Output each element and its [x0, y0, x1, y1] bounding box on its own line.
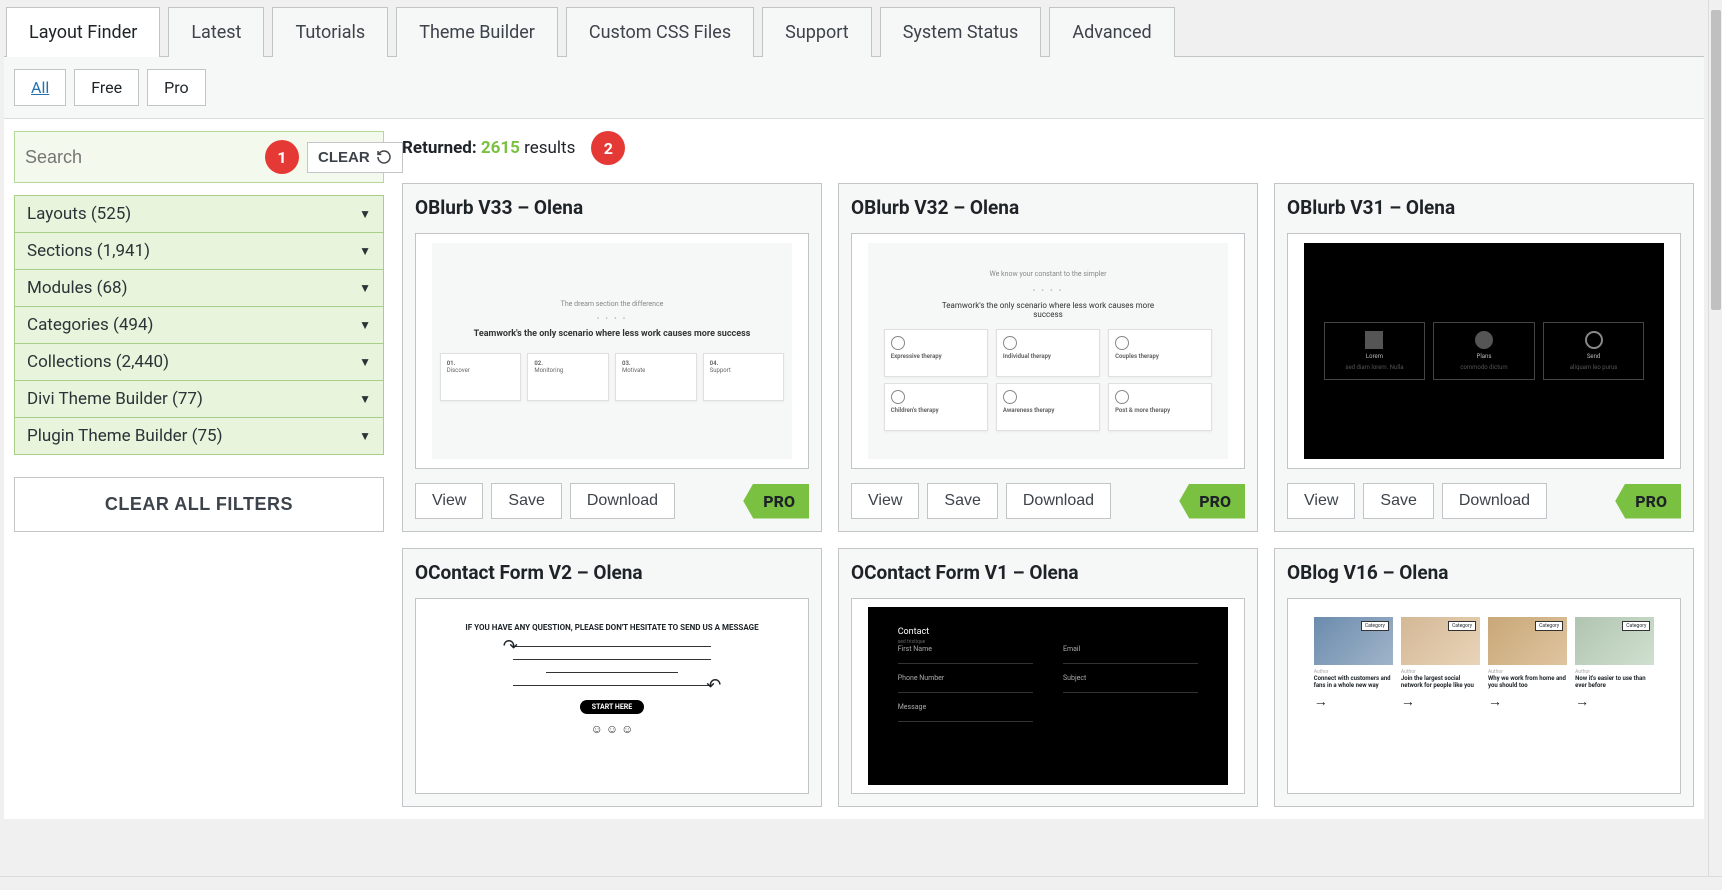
- download-button[interactable]: Download: [1006, 483, 1111, 519]
- view-button[interactable]: View: [415, 483, 483, 519]
- card-title: OContact Form V2 – Olena: [415, 561, 809, 584]
- tab-custom-css-files[interactable]: Custom CSS Files: [566, 7, 754, 57]
- tab-system-status[interactable]: System Status: [880, 7, 1042, 57]
- card-thumbnail[interactable]: Loremsed diam lorem. Nulla Planscommodo …: [1287, 233, 1681, 469]
- clear-search-label: CLEAR: [318, 149, 370, 166]
- layout-card: OBlurb V31 – Olena Loremsed diam lorem. …: [1274, 183, 1694, 532]
- filter-collections[interactable]: Collections (2,440)▼: [14, 343, 384, 381]
- subtab-all[interactable]: All: [14, 69, 66, 106]
- sub-tabs: All Free Pro: [4, 57, 1704, 119]
- card-title: OBlurb V33 – Olena: [415, 196, 809, 219]
- download-button[interactable]: Download: [570, 483, 675, 519]
- save-button[interactable]: Save: [491, 483, 561, 519]
- save-button[interactable]: Save: [1363, 483, 1433, 519]
- subtab-pro[interactable]: Pro: [147, 69, 205, 106]
- filter-modules[interactable]: Modules (68)▼: [14, 269, 384, 307]
- card-title: OBlog V16 – Olena: [1287, 561, 1681, 584]
- tab-layout-finder[interactable]: Layout Finder: [6, 7, 160, 57]
- chevron-down-icon: ▼: [359, 244, 371, 258]
- pro-badge: PRO: [743, 484, 809, 519]
- filter-layouts[interactable]: Layouts (525)▼: [14, 195, 384, 233]
- card-title: OContact Form V1 – Olena: [851, 561, 1245, 584]
- download-button[interactable]: Download: [1442, 483, 1547, 519]
- subtab-free[interactable]: Free: [74, 69, 139, 106]
- filter-accordion: Layouts (525)▼ Sections (1,941)▼ Modules…: [14, 195, 384, 455]
- tab-support[interactable]: Support: [762, 7, 872, 57]
- card-thumbnail[interactable]: IF YOU HAVE ANY QUESTION, PLEASE DON'T H…: [415, 598, 809, 794]
- scrollbar-thumb[interactable]: [1711, 10, 1721, 310]
- results-grid: OBlurb V33 – Olena The dream section the…: [402, 183, 1694, 807]
- results-main: Returned: 2615 results 2 OBlurb V33 – Ol…: [402, 131, 1694, 807]
- primary-tabs: Layout Finder Latest Tutorials Theme Bui…: [4, 6, 1704, 57]
- layout-card: OBlurb V33 – Olena The dream section the…: [402, 183, 822, 532]
- card-thumbnail[interactable]: The dream section the difference Teamwor…: [415, 233, 809, 469]
- filter-categories[interactable]: Categories (494)▼: [14, 306, 384, 344]
- view-button[interactable]: View: [1287, 483, 1355, 519]
- tab-tutorials[interactable]: Tutorials: [272, 7, 388, 57]
- layout-card: OContact Form V2 – Olena IF YOU HAVE ANY…: [402, 548, 822, 807]
- results-summary: Returned: 2615 results 2: [402, 131, 1694, 165]
- filters-sidebar: 1 CLEAR Layouts (525)▼ Sections (1,941)▼…: [14, 131, 384, 807]
- card-thumbnail[interactable]: Contact sed tristique First Name Phone N…: [851, 598, 1245, 794]
- chevron-down-icon: ▼: [359, 355, 371, 369]
- pro-badge: PRO: [1179, 484, 1245, 519]
- filter-divi-theme-builder[interactable]: Divi Theme Builder (77)▼: [14, 380, 384, 418]
- vertical-scrollbar[interactable]: [1708, 0, 1722, 890]
- callout-badge-2: 2: [591, 131, 625, 165]
- view-button[interactable]: View: [851, 483, 919, 519]
- callout-badge-1: 1: [265, 140, 299, 174]
- refresh-icon: [376, 149, 392, 165]
- save-button[interactable]: Save: [927, 483, 997, 519]
- layout-card: OContact Form V1 – Olena Contact sed tri…: [838, 548, 1258, 807]
- filter-plugin-theme-builder[interactable]: Plugin Theme Builder (75)▼: [14, 417, 384, 455]
- horizontal-scrollbar[interactable]: [0, 876, 1722, 890]
- card-thumbnail[interactable]: We know your constant to the simpler Tea…: [851, 233, 1245, 469]
- card-title: OBlurb V32 – Olena: [851, 196, 1245, 219]
- chevron-down-icon: ▼: [359, 429, 371, 443]
- layout-card: OBlurb V32 – Olena We know your constant…: [838, 183, 1258, 532]
- chevron-down-icon: ▼: [359, 392, 371, 406]
- tab-theme-builder[interactable]: Theme Builder: [396, 7, 558, 57]
- chevron-down-icon: ▼: [359, 318, 371, 332]
- card-title: OBlurb V31 – Olena: [1287, 196, 1681, 219]
- main-scroll-area[interactable]: Layout Finder Latest Tutorials Theme Bui…: [0, 0, 1708, 876]
- filter-sections[interactable]: Sections (1,941)▼: [14, 232, 384, 270]
- tab-advanced[interactable]: Advanced: [1049, 7, 1174, 57]
- search-input[interactable]: [25, 147, 257, 168]
- chevron-down-icon: ▼: [359, 207, 371, 221]
- pro-badge: PRO: [1615, 484, 1681, 519]
- clear-search-button[interactable]: CLEAR: [307, 142, 403, 173]
- card-thumbnail[interactable]: CategoryAuthorConnect with customers and…: [1287, 598, 1681, 794]
- tab-latest[interactable]: Latest: [168, 7, 264, 57]
- chevron-down-icon: ▼: [359, 281, 371, 295]
- layout-card: OBlog V16 – Olena CategoryAuthorConnect …: [1274, 548, 1694, 807]
- clear-all-filters-button[interactable]: CLEAR ALL FILTERS: [14, 477, 384, 532]
- search-row: 1 CLEAR: [14, 131, 384, 183]
